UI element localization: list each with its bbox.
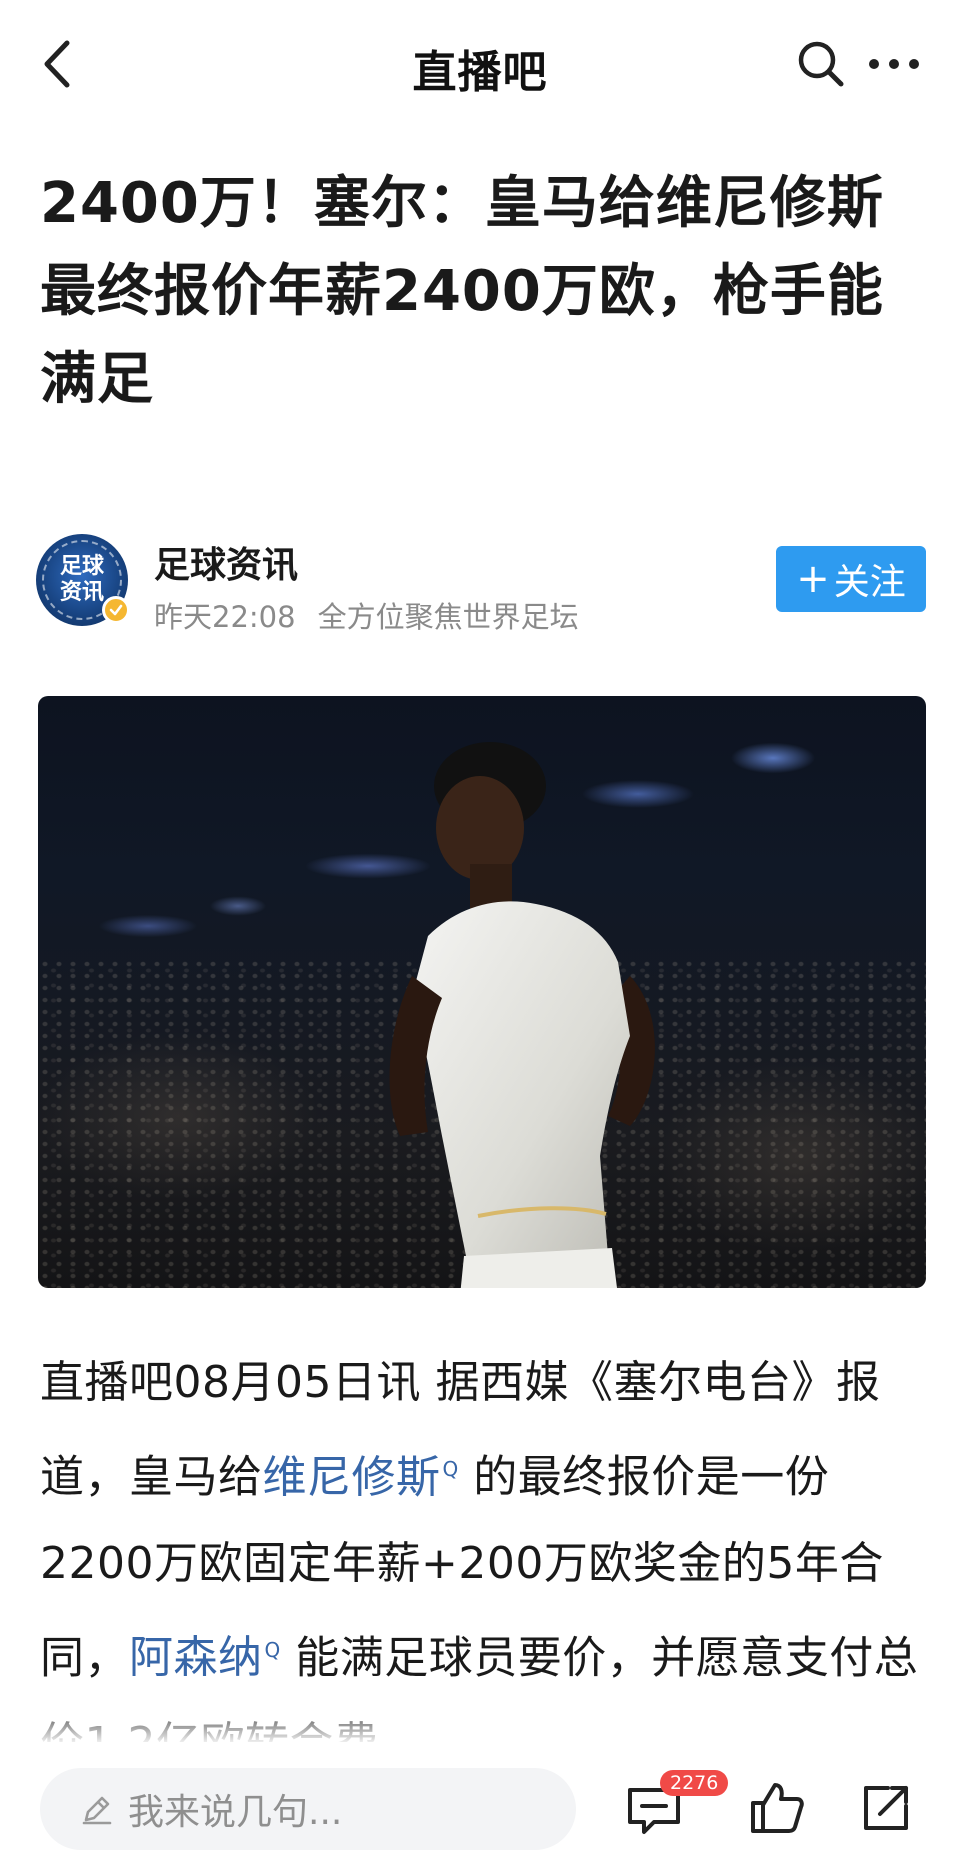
more-button[interactable]	[862, 38, 926, 90]
share-button[interactable]	[852, 1774, 920, 1842]
like-icon	[751, 1783, 804, 1833]
verified-badge-icon	[102, 596, 130, 624]
like-button[interactable]	[742, 1774, 810, 1842]
search-icon	[798, 41, 844, 87]
player-figure	[389, 742, 655, 1288]
follow-label: 关注	[833, 562, 906, 603]
search-hint-icon: Q	[442, 1457, 459, 1481]
more-dots-icon	[869, 59, 919, 69]
entity-link-arsenal[interactable]: 阿森纳 Q	[129, 1632, 281, 1683]
search-button[interactable]	[795, 38, 847, 90]
comment-input[interactable]: 我来说几句...	[40, 1768, 576, 1850]
author-row: 足球资讯 足球资讯 昨天22:08 全方位聚焦世界足坛 + 关注	[36, 532, 926, 634]
share-icon	[864, 1786, 908, 1830]
comment-count-badge: 2276	[660, 1770, 729, 1796]
author-tagline: 全方位聚焦世界足坛	[317, 600, 579, 634]
follow-button[interactable]: + 关注	[776, 546, 926, 612]
plus-icon: +	[796, 556, 830, 602]
publish-time: 昨天22:08	[154, 600, 296, 634]
author-meta: 昨天22:08 全方位聚焦世界足坛	[154, 594, 579, 636]
bottom-bar: 我来说几句... 2276	[0, 1748, 960, 1874]
entity-link-label: 维尼修斯	[262, 1451, 441, 1503]
top-bar: 直播吧	[0, 0, 960, 130]
author-name[interactable]: 足球资讯	[154, 536, 298, 588]
entity-link-vinicius[interactable]: 维尼修斯 Q	[263, 1452, 459, 1503]
search-hint-icon: Q	[264, 1637, 281, 1662]
article-headline: 2400万！塞尔：皇马给维尼修斯最终报价年薪2400万欧，枪手能满足	[40, 171, 884, 412]
article-photo[interactable]	[38, 696, 926, 1288]
comment-placeholder: 我来说几句...	[128, 1792, 343, 1833]
entity-link-label: 阿森纳	[129, 1632, 263, 1684]
avatar-text: 足球资讯	[59, 554, 104, 605]
pen-icon	[80, 1792, 114, 1826]
article-body: 直播吧08月05日讯 据西媒《塞尔电台》报道，皇马给维尼修斯 Q 的最终报价是一份…	[40, 1340, 920, 1742]
